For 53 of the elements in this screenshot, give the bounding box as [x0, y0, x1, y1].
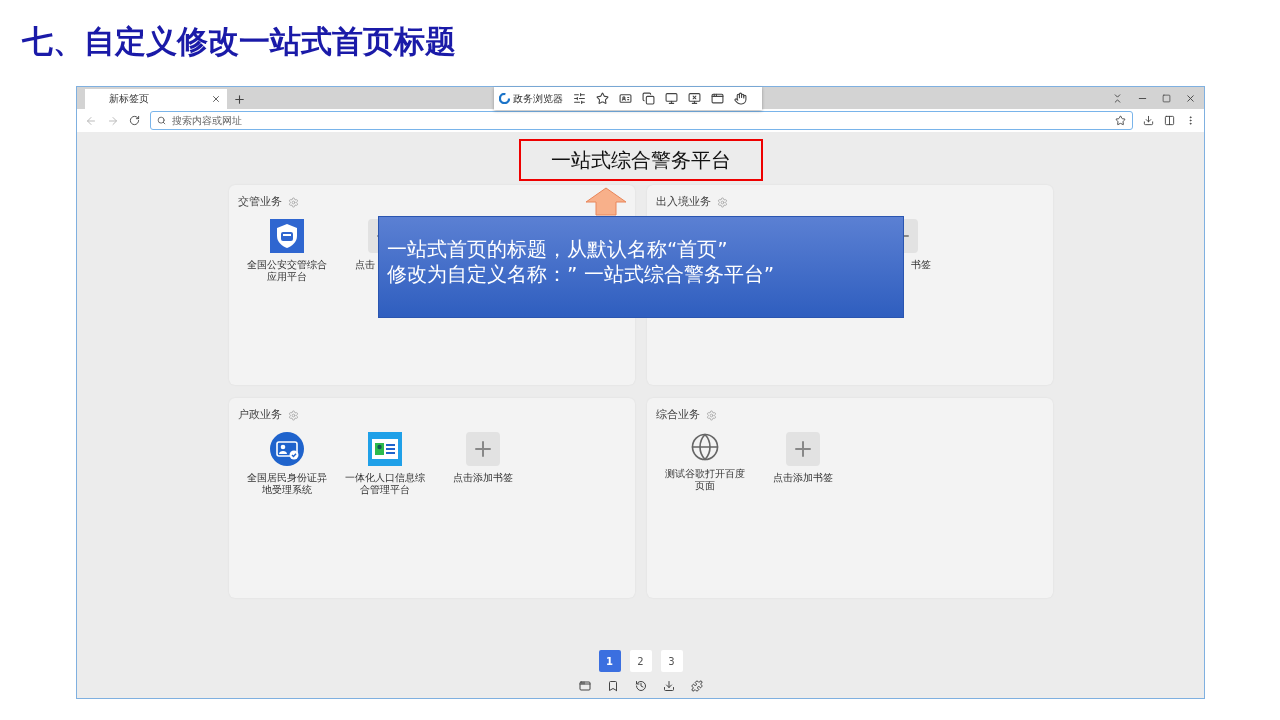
page-button[interactable]: 1 — [598, 650, 621, 672]
collapse-icon[interactable] — [1112, 92, 1123, 104]
page-button[interactable]: 2 — [629, 650, 652, 672]
page-button[interactable]: 3 — [660, 650, 683, 672]
bookmark-label[interactable]: 全国公安交管综合应用平台 — [242, 259, 331, 283]
address-field[interactable]: 搜索内容或网址 — [150, 111, 1133, 130]
id-card-icon[interactable] — [619, 92, 632, 105]
sliders-icon[interactable] — [573, 92, 586, 105]
callout-text: 一站式首页的标题，从默认名称“首页” — [387, 237, 729, 262]
brand-name: 政务浏览器 — [513, 91, 563, 106]
close-tab-icon[interactable] — [211, 94, 221, 104]
card-title: 户政业务 — [237, 408, 282, 422]
monitor-icon[interactable] — [665, 92, 678, 105]
download-icon[interactable] — [1143, 115, 1154, 126]
new-tab-icon[interactable] — [233, 93, 246, 106]
monitor-x-icon[interactable] — [688, 92, 701, 105]
bookmark-label[interactable]: 全国居民身份证异地受理系统 — [242, 472, 331, 496]
bookmark-label[interactable]: 测试谷歌打开百度页面 — [660, 468, 749, 492]
bookmark-label[interactable]: 点击添加书签 — [452, 472, 513, 484]
hand-icon[interactable] — [734, 92, 747, 105]
bookmark-label[interactable]: 书签 — [910, 259, 931, 271]
card-title: 综合业务 — [655, 408, 700, 422]
sidebar-icon[interactable] — [1164, 115, 1175, 126]
copy-icon[interactable] — [642, 92, 655, 105]
bookmark-label[interactable]: 一体化人口信息综合管理平台 — [340, 472, 429, 496]
bookmark-icon[interactable] — [606, 680, 619, 692]
maximize-icon[interactable] — [1162, 93, 1171, 103]
up-arrow-icon — [585, 187, 627, 216]
bookmark-label[interactable]: 点击添加书签 — [772, 472, 833, 484]
reload-icon[interactable] — [129, 115, 140, 126]
slide-title: 七、自定义修改一站式首页标题 — [22, 22, 457, 61]
tab-title: 新标签页 — [109, 92, 149, 106]
browser-tab[interactable]: 新标签页 — [85, 89, 227, 109]
puzzle-icon[interactable] — [690, 680, 703, 692]
id-card-icon — [269, 432, 304, 466]
browser-logo-icon — [499, 93, 510, 104]
card-title: 交管业务 — [237, 195, 282, 209]
download-icon[interactable] — [662, 680, 675, 692]
close-icon[interactable] — [1185, 92, 1196, 104]
add-bookmark-tile[interactable] — [785, 432, 820, 466]
callout-text: 修改为自定义名称：” 一站式综合警务平台” — [387, 262, 776, 287]
page-title: 一站式综合警务平台 — [518, 139, 763, 181]
app-window-icon[interactable] — [711, 92, 724, 105]
history-icon[interactable] — [634, 680, 647, 692]
add-bookmark-tile[interactable] — [465, 432, 500, 466]
profile-card-icon — [367, 432, 402, 466]
window-icon[interactable] — [578, 680, 591, 692]
star-icon[interactable] — [596, 92, 609, 105]
bookmark-label[interactable]: 点击 — [354, 259, 375, 271]
card-title: 出入境业务 — [655, 195, 711, 209]
search-icon — [157, 116, 166, 125]
shield-car-icon — [269, 219, 304, 253]
star-icon[interactable] — [1115, 115, 1126, 126]
